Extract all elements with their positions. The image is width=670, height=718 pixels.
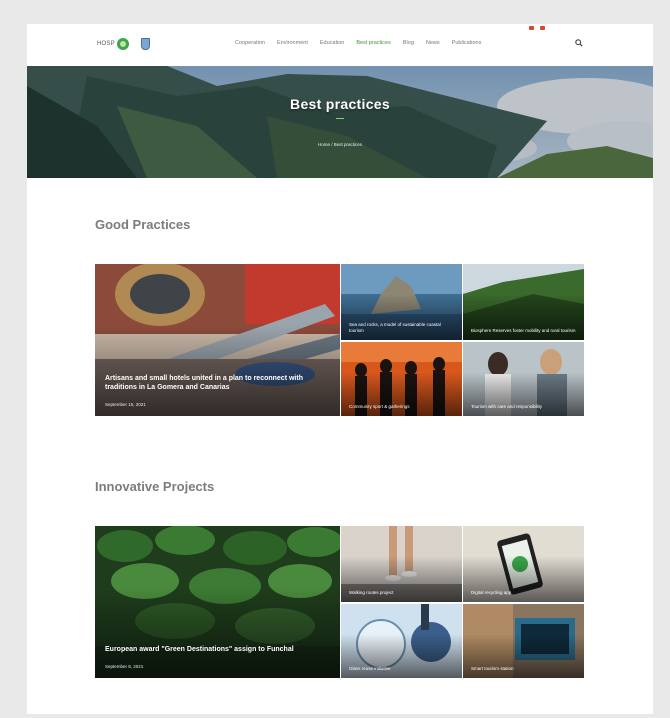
section-title-good-practices: Good Practices [95, 217, 191, 232]
mountain-landscape-image [27, 66, 653, 178]
nav-item-news[interactable]: News [426, 40, 440, 46]
crest-icon [140, 38, 150, 50]
flag-icon[interactable] [540, 26, 545, 30]
post-title[interactable]: Walking routes project [349, 590, 454, 596]
site-logo[interactable]: HOSP [97, 36, 150, 52]
post-card[interactable]: Tourism with care and responsibility [463, 342, 584, 416]
featured-post-date: September 15, 2021 [105, 402, 146, 407]
search-icon[interactable] [575, 39, 583, 47]
page: HOSP Cooperation Environment Education B… [27, 24, 653, 714]
post-card[interactable]: Digital recycling app [463, 526, 584, 602]
innovative-projects-grid: European award "Green Destinations" assi… [95, 526, 584, 678]
nav-item-publications[interactable]: Publications [452, 40, 482, 46]
post-card[interactable]: Smart tourism station [463, 604, 584, 678]
site-header: HOSP Cooperation Environment Education B… [27, 24, 653, 66]
post-card[interactable]: Walking routes project [341, 526, 462, 602]
nav-item-blog[interactable]: Blog [403, 40, 414, 46]
nav-item-environment[interactable]: Environment [277, 40, 308, 46]
language-switcher[interactable] [529, 26, 545, 30]
breadcrumb[interactable]: Home / Best practices [27, 142, 653, 147]
post-card[interactable]: Community sport & gatherings [341, 342, 462, 416]
post-title[interactable]: Digital recycling app [471, 590, 576, 596]
post-card[interactable]: Sea and rocks, a model of sustainable co… [341, 264, 462, 340]
featured-post-date: September 8, 2021 [105, 664, 144, 669]
post-card[interactable]: Biosphere Reserves foster mobility and r… [463, 264, 584, 340]
featured-post-card[interactable]: Artisans and small hotels united in a pl… [95, 264, 340, 416]
flag-icon[interactable] [529, 26, 534, 30]
post-title[interactable]: Biosphere Reserves foster mobility and r… [471, 328, 576, 334]
page-title: Best practices [290, 96, 390, 112]
featured-post-title[interactable]: Artisans and small hotels united in a pl… [105, 374, 330, 392]
title-accent-line [336, 118, 344, 119]
featured-post-card[interactable]: European award "Green Destinations" assi… [95, 526, 340, 678]
nav-item-cooperation[interactable]: Cooperation [235, 40, 265, 46]
nav-item-best-practices[interactable]: Best practices [356, 40, 391, 46]
nav-item-education[interactable]: Education [320, 40, 344, 46]
logo-mark-icon [116, 38, 129, 50]
logo-text: HOSP [97, 41, 115, 47]
post-title[interactable]: Smart tourism station [471, 666, 576, 672]
featured-post-title[interactable]: European award "Green Destinations" assi… [105, 645, 330, 654]
post-title[interactable]: Tourism with care and responsibility [471, 404, 576, 410]
post-card[interactable]: Glass reuse initiative [341, 604, 462, 678]
good-practices-grid: Artisans and small hotels united in a pl… [95, 264, 584, 416]
section-title-innovative-projects: Innovative Projects [95, 479, 215, 494]
post-title[interactable]: Community sport & gatherings [349, 404, 454, 410]
post-title[interactable]: Sea and rocks, a model of sustainable co… [349, 322, 454, 334]
hero-banner: Best practices Home / Best practices [27, 66, 653, 178]
main-nav: Cooperation Environment Education Best p… [235, 40, 481, 46]
post-title[interactable]: Glass reuse initiative [349, 666, 454, 672]
